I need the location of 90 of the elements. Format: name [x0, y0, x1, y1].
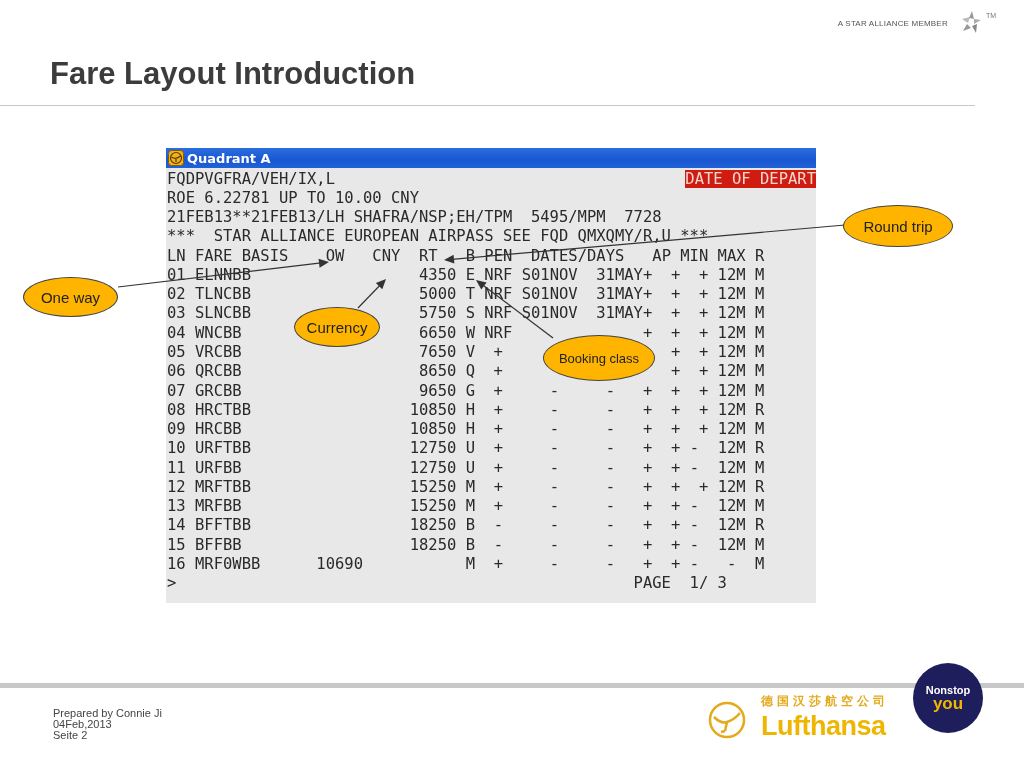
terminal-text: 11 URFBB	[167, 458, 242, 477]
terminal-text: -	[605, 400, 615, 419]
terminal-text: -	[549, 516, 559, 535]
footer-note: Prepared by Connie Ji	[53, 708, 162, 719]
terminal-text: + + - 12M M	[643, 535, 765, 554]
terminal-text: -	[605, 516, 615, 535]
terminal-text: -	[549, 554, 559, 573]
terminal-text: + + + 12M R	[643, 477, 765, 496]
terminal-text: 15 BFFBB	[167, 535, 242, 554]
terminal-text: + + - 12M R	[643, 439, 765, 458]
terminal-text: 16 MRF0WBB	[167, 554, 261, 573]
terminal-text: 9650 G +	[418, 381, 503, 400]
terminal-text: 03 SLNCBB	[167, 304, 251, 323]
terminal-text: + + 12M M	[670, 343, 765, 361]
crane-logo-icon	[707, 700, 747, 740]
terminal-text: *** STAR ALLIANCE EUROPEAN AIRPASS SEE FQD QMXQMY/R,U ***	[167, 227, 709, 246]
terminal-text: 13 MRFBB	[167, 497, 242, 516]
terminal-text: + + - 12M M	[643, 458, 765, 477]
terminal-text: -	[605, 477, 615, 496]
terminal-text: M +	[465, 554, 503, 573]
terminal-text: 4350 E NRF S01NOV 31MAY+ + + 12M M	[419, 265, 765, 284]
terminal-text: 18250 B -	[409, 516, 503, 535]
terminal-text: 6650 W NRF	[418, 323, 513, 342]
terminal-text: OW	[325, 246, 345, 265]
badge-text: Nonstop	[925, 684, 971, 696]
terminal-text: 10 URFTBB	[167, 439, 251, 458]
alliance-text: A STAR ALLIANCE MEMBER	[837, 18, 948, 28]
terminal-text: 15250 M +	[409, 497, 503, 516]
terminal-text: PAGE 1/ 3	[633, 574, 727, 593]
terminal-text: -	[549, 535, 559, 554]
highlighted-text: DATE OF DEPART	[685, 169, 816, 188]
crane-icon	[168, 150, 184, 166]
slide-title: Fare Layout Introduction	[50, 55, 417, 93]
terminal-text: LN FARE BASIS	[167, 246, 289, 265]
terminal-text: 14 BFFTBB	[167, 516, 251, 535]
terminal-text: CNY RT	[372, 246, 438, 265]
terminal-text: ROE 6.22781 UP TO 10.00 CNY	[167, 188, 419, 207]
terminal-text: 12750 U +	[409, 458, 503, 477]
footer-note: Seite 2	[53, 730, 88, 741]
terminal-text: >	[167, 574, 177, 593]
terminal-text: 05 VRCBB	[167, 343, 242, 361]
terminal-text: + + - 12M R	[643, 516, 765, 535]
terminal-text: AP MIN MAX R	[652, 246, 765, 265]
terminal-text: 21FEB13**21FEB13/LH SHAFRA/NSP;EH/TPM 5495/MPM 7728	[167, 208, 662, 227]
terminal-text: FQDPVGFRA/VEH/IX,L	[167, 169, 335, 188]
callout: Round trip	[843, 205, 953, 247]
terminal-text: -	[605, 535, 615, 554]
terminal-text: -	[549, 381, 559, 400]
terminal-text: 07 GRCBB	[167, 381, 242, 400]
terminal-text: 12 MRFTBB	[167, 477, 251, 496]
terminal-text: -	[549, 439, 559, 458]
leader-arrow	[357, 279, 386, 309]
callout: One way	[23, 277, 118, 317]
terminal-text: -	[549, 400, 559, 419]
terminal-text: 06 QRCBB	[167, 362, 242, 381]
badge-text: you	[932, 696, 964, 712]
terminal-text: 7650 V +	[418, 343, 503, 361]
terminal-text: 10850 H +	[409, 420, 503, 439]
terminal-text: -	[549, 458, 559, 477]
terminal-text: 18250 B -	[409, 535, 503, 554]
terminal-text: -	[549, 420, 559, 439]
window-title: Quadrant A	[187, 150, 271, 166]
terminal-text: + + 12M M	[670, 362, 765, 381]
terminal-text: -	[605, 497, 615, 516]
terminal-text: -	[549, 497, 559, 516]
terminal-text: 08 HRCTBB	[167, 400, 251, 419]
terminal-text: 02 TLNCBB	[167, 285, 251, 304]
terminal-text: -	[605, 458, 615, 477]
terminal-text: 5750 S NRF S01NOV 31MAY+ + + 12M M	[419, 304, 765, 323]
terminal-text: + + - 12M M	[643, 497, 765, 516]
terminal-text: + + + 12M M	[643, 420, 765, 439]
terminal-text: + + -	[643, 554, 699, 573]
footer-note: 04Feb,2013	[53, 719, 112, 730]
terminal-text: -	[605, 439, 615, 458]
terminal-text: -	[549, 477, 559, 496]
terminal-text: 15250 M +	[409, 477, 503, 496]
terminal-text: -	[605, 554, 615, 573]
brand-name: Lufthansa	[761, 710, 886, 742]
terminal-text: + + + 12M R	[643, 400, 765, 419]
terminal-text: -	[605, 381, 615, 400]
terminal-text: 04 WNCBB	[167, 323, 242, 342]
terminal-text: 10690	[316, 554, 363, 573]
terminal-text: -	[605, 420, 615, 439]
terminal-text: 09 HRCBB	[167, 420, 242, 439]
terminal-text: 12750 U +	[409, 439, 503, 458]
terminal-text: 10850 H +	[409, 400, 503, 419]
terminal-text: 8650 Q +	[418, 362, 503, 381]
terminal-text: - M	[727, 554, 765, 573]
chinese-name: 德国汉莎航空公司	[761, 693, 889, 710]
terminal-text: + + + 12M M	[643, 381, 765, 400]
